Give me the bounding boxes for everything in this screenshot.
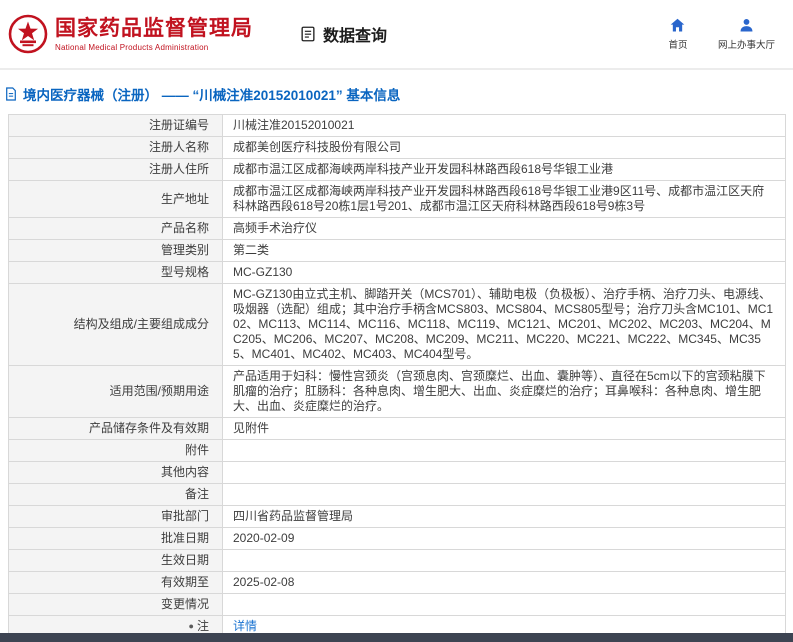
table-row: ●管理类别 第二类 [9,240,786,262]
table-row: ●产品储存条件及有效期 见附件 [9,418,786,440]
detail-link[interactable]: 详情 [233,619,257,633]
top-nav: 首页 网上办事大厅 [656,15,779,53]
row-label: ●注册人住所 [9,159,223,181]
row-value: 成都美创医疗科技股份有限公司 [223,137,786,159]
table-row: ●其他内容 [9,462,786,484]
table-row: ●审批部门 四川省药品监督管理局 [9,506,786,528]
row-value: 川械注准20152010021 [223,115,786,137]
data-query-title[interactable]: 数据查询 [299,22,387,46]
row-value: MC-GZ130 [223,262,786,284]
table-row: ●注册人住所 成都市温江区成都海峡两岸科技产业开发园科林路西段618号华银工业港 [9,159,786,181]
page-title: 境内医疗器械（注册） —— “川械注准20152010021” 基本信息 [23,84,400,104]
row-value: 成都市温江区成都海峡两岸科技产业开发园科林路西段618号华银工业港9区11号、成… [223,181,786,218]
row-value [223,440,786,462]
row-label: ●有效期至 [9,572,223,594]
row-value: MC-GZ130由立式主机、脚踏开关（MCS701）、辅助电极（负极板）、治疗手… [223,284,786,366]
row-label: ●备注 [9,484,223,506]
row-value: 高频手术治疗仪 [223,218,786,240]
row-label: ●批准日期 [9,528,223,550]
row-value: 四川省药品监督管理局 [223,506,786,528]
footer-strip [0,633,793,642]
table-row: ●注册证编号 川械注准20152010021 [9,115,786,137]
agency-name-cn: 国家药品监督管理局 [55,17,253,41]
nav-home-label: 首页 [668,37,687,51]
row-label: ●生效日期 [9,550,223,572]
nav-item-home[interactable]: 首页 [656,15,700,53]
row-value [223,550,786,572]
row-label: ●其他内容 [9,462,223,484]
table-row: ●有效期至 2025-02-08 [9,572,786,594]
nav-service-hall-label: 网上办事大厅 [718,37,775,51]
table-row: ●备注 [9,484,786,506]
nav-item-service-hall[interactable]: 网上办事大厅 [714,15,779,53]
row-value [223,484,786,506]
row-label: ●结构及组成/主要组成成分 [9,284,223,366]
data-query-icon [299,25,317,43]
table-row: ●产品名称 高频手术治疗仪 [9,218,786,240]
table-row: ●批准日期 2020-02-09 [9,528,786,550]
agency-logo: 国家药品监督管理局 National Medical Products Admi… [8,14,253,54]
table-row: ●附件 [9,440,786,462]
table-row: ●注册人名称 成都美创医疗科技股份有限公司 [9,137,786,159]
national-emblem-icon [8,14,48,54]
info-table: ●注册证编号 川械注准20152010021 ●注册人名称 成都美创医疗科技股份… [8,114,786,638]
person-icon [738,17,755,34]
note-icon: ● [189,621,194,631]
row-value: 第二类 [223,240,786,262]
row-value [223,462,786,484]
row-label: ●产品名称 [9,218,223,240]
row-label: ●型号规格 [9,262,223,284]
row-label: ●注册人名称 [9,137,223,159]
table-row: ●型号规格 MC-GZ130 [9,262,786,284]
row-label: ●管理类别 [9,240,223,262]
row-value [223,594,786,616]
agency-name-block: 国家药品监督管理局 National Medical Products Admi… [55,17,253,52]
row-label: ●注册证编号 [9,115,223,137]
table-row: ●适用范围/预期用途 产品适用于妇科：慢性宫颈炎（宫颈息肉、宫颈糜烂、出血、囊肿… [9,366,786,418]
row-label: ●产品储存条件及有效期 [9,418,223,440]
table-row: ●生产地址 成都市温江区成都海峡两岸科技产业开发园科林路西段618号华银工业港9… [9,181,786,218]
row-value: 成都市温江区成都海峡两岸科技产业开发园科林路西段618号华银工业港 [223,159,786,181]
table-row: ●生效日期 [9,550,786,572]
breadcrumb: 境内医疗器械（注册） —— “川械注准20152010021” 基本信息 [0,70,793,114]
agency-name-en: National Medical Products Administration [55,43,253,52]
row-value: 2025-02-08 [223,572,786,594]
table-row: ●结构及组成/主要组成成分 MC-GZ130由立式主机、脚踏开关（MCS701）… [9,284,786,366]
table-row: ●变更情况 [9,594,786,616]
row-value: 产品适用于妇科：慢性宫颈炎（宫颈息肉、宫颈糜烂、出血、囊肿等）、直径在5cm以下… [223,366,786,418]
row-label: ●生产地址 [9,181,223,218]
row-value: 2020-02-09 [223,528,786,550]
row-label: ●附件 [9,440,223,462]
home-icon [669,17,686,34]
info-table-body: ●注册证编号 川械注准20152010021 ●注册人名称 成都美创医疗科技股份… [9,115,786,638]
document-icon [5,87,17,101]
data-query-label: 数据查询 [323,22,387,46]
header: 国家药品监督管理局 National Medical Products Admi… [0,0,793,70]
row-label: ●适用范围/预期用途 [9,366,223,418]
row-value: 见附件 [223,418,786,440]
row-label: ●审批部门 [9,506,223,528]
row-label: ●变更情况 [9,594,223,616]
